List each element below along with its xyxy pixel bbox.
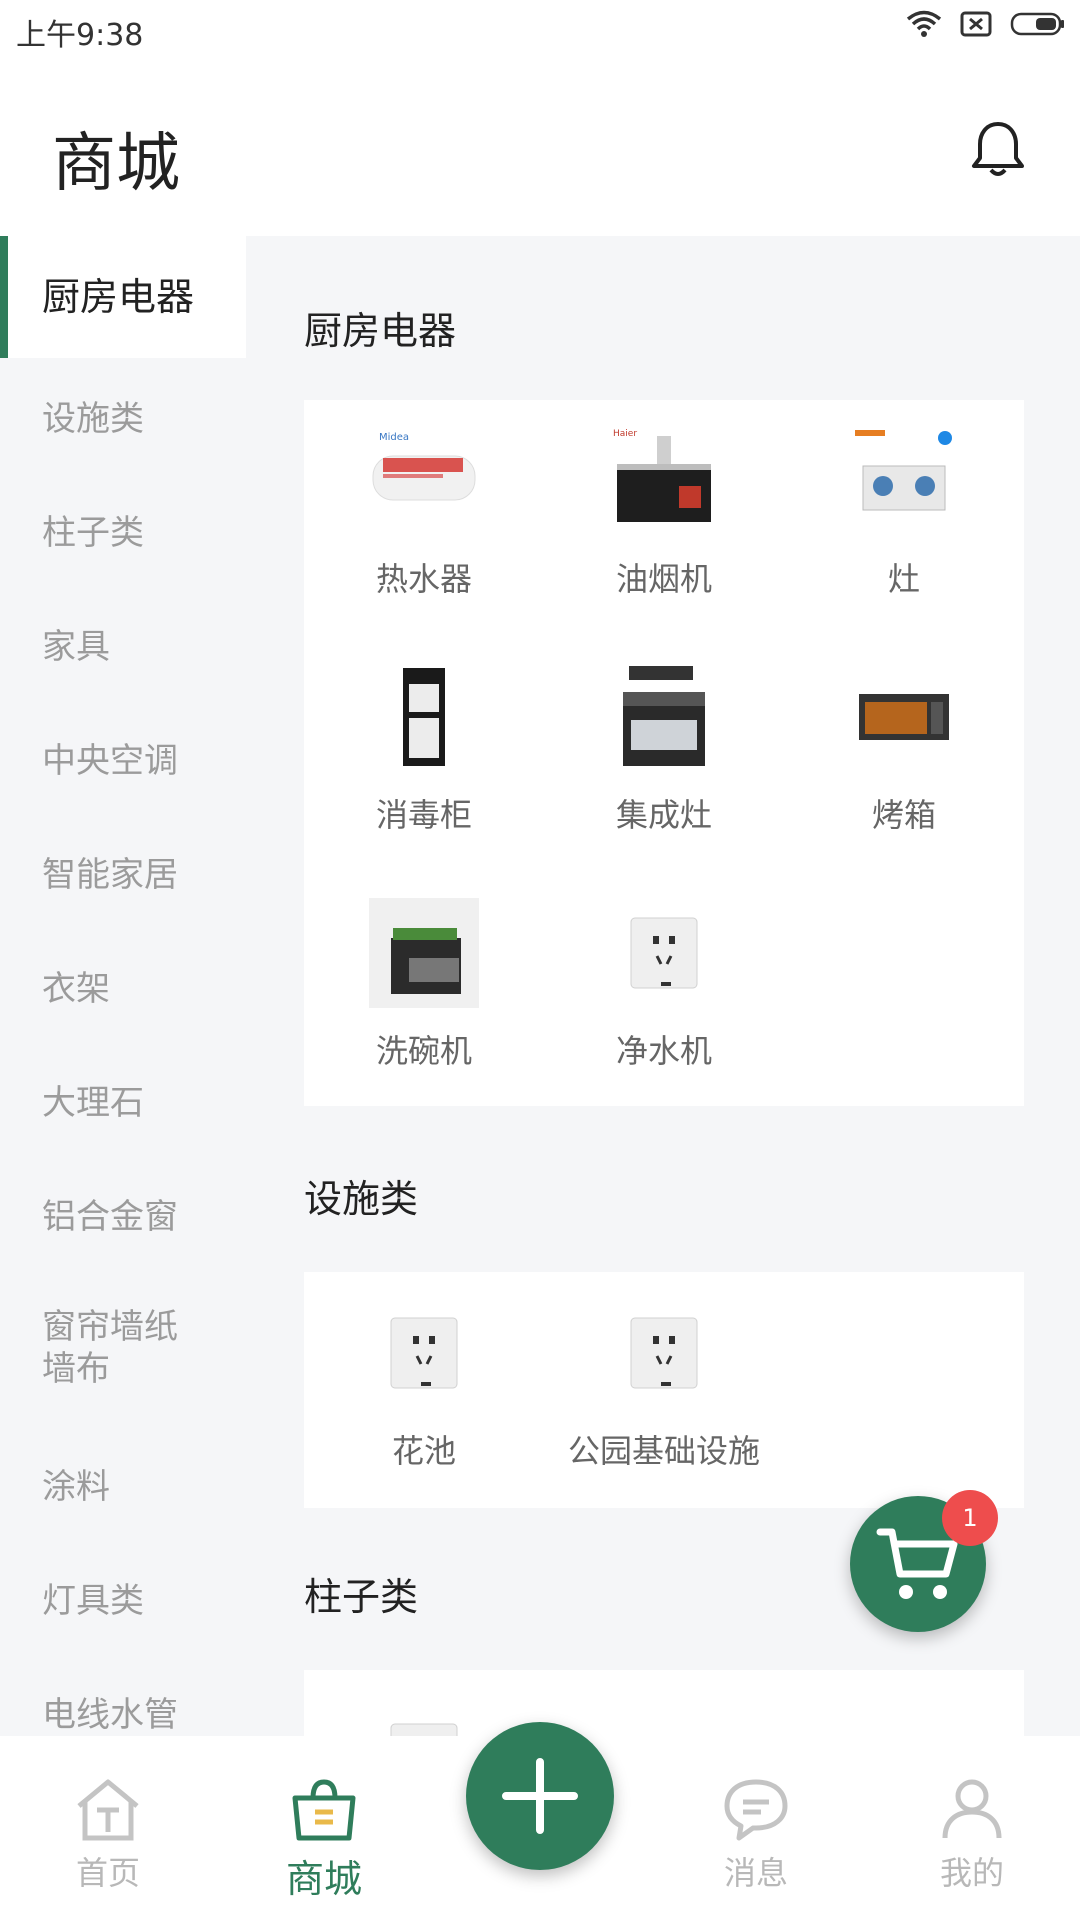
product-label: 净水机 [615,1032,712,1070]
sidebar-item-furniture[interactable]: 家具 [0,626,246,668]
product-label: 花池 [391,1432,456,1470]
sidebar-item-pillars[interactable]: 柱子类 [0,512,246,554]
section-title: 柱子类 [304,1575,419,1619]
bell-icon[interactable] [966,116,1030,180]
product-disinfection-cabinet[interactable]: 消毒柜 [304,662,544,836]
nav-mall[interactable]: 商城 [244,1776,404,1903]
product-label: 烤箱 [871,796,936,834]
nav-label: 首页 [75,1854,140,1892]
product-label: 热水器 [375,560,472,598]
sidebar-item-lighting[interactable]: 灯具类 [0,1580,246,1622]
section-title: 设施类 [304,1177,419,1221]
dishwasher-icon [369,898,479,1008]
cart-badge: 1 [942,1490,998,1546]
stove-icon [855,430,952,511]
section-title: 厨房电器 [304,309,457,353]
home-icon [77,1779,139,1841]
integrated-stove-icon [623,666,705,766]
battery-icon [1010,12,1064,36]
status-bar: 上午9:38 [0,0,1080,56]
svg-text:Haier: Haier [613,429,637,439]
product-label: 公园基础设施 [567,1432,760,1470]
product-label: 油烟机 [615,560,712,598]
outlet-icon [390,1723,458,1736]
sidebar-item-central-ac[interactable]: 中央空调 [0,740,246,782]
nav-profile[interactable]: 我的 [892,1776,1052,1894]
product-park-infrastructure[interactable]: 公园基础设施 [544,1298,784,1472]
sidebar-item-curtains-wallpaper[interactable]: 窗帘墙纸墙布 [0,1306,200,1390]
cart-icon [876,1528,958,1599]
section-card-pillars [304,1670,1024,1736]
section-card-kitchen: Midea 热水器 Haier 油烟机 灶 消毒柜 集成灶 烤箱 洗碗机 净水机 [304,400,1024,1106]
plus-icon [502,1758,578,1834]
outlet-icon [390,1317,458,1389]
product-stove[interactable]: 灶 [784,426,1024,600]
product-range-hood[interactable]: Haier 油烟机 [544,426,784,600]
profile-icon [942,1779,1002,1839]
product-label: 灶 [887,560,920,598]
sidebar-item-facilities[interactable]: 设施类 [0,398,246,440]
add-button[interactable] [466,1722,614,1870]
disinfection-cabinet-icon [403,668,445,766]
wifi-icon [906,10,942,37]
nav-home[interactable]: 首页 [28,1776,188,1894]
water-heater-icon: Midea [372,432,476,501]
oven-icon [859,694,949,740]
product-flower-bed[interactable]: 花池 [304,1298,544,1472]
product-label: 集成灶 [615,796,712,834]
nav-label: 消息 [723,1854,788,1892]
app-header: 商城 [0,56,1080,236]
product-label: 洗碗机 [375,1032,472,1070]
status-icons [906,10,1066,38]
product-dishwasher[interactable]: 洗碗机 [304,898,544,1072]
svg-text:Midea: Midea [379,432,409,443]
sidebar-item-smart-home[interactable]: 智能家居 [0,854,246,896]
category-sidebar: 厨房电器 设施类 柱子类 家具 中央空调 智能家居 衣架 大理石 铝合金窗 窗帘… [0,236,246,1736]
nav-label: 商城 [285,1857,362,1901]
section-card-facilities: 花池 公园基础设施 [304,1272,1024,1508]
sidebar-item-marble[interactable]: 大理石 [0,1082,246,1124]
sidebar-item-kitchen-appliances[interactable]: 厨房电器 [0,236,246,358]
sidebar-item-paint[interactable]: 涂料 [0,1466,246,1508]
page-title: 商城 [52,127,180,201]
status-time: 上午9:38 [16,18,144,53]
product-label: 消毒柜 [375,796,472,834]
outlet-icon [630,1317,698,1389]
product-water-purifier[interactable]: 净水机 [544,898,784,1072]
nav-messages[interactable]: 消息 [676,1776,836,1894]
product-oven[interactable]: 烤箱 [784,662,1024,836]
sidebar-item-aluminum-window[interactable]: 铝合金窗 [0,1196,246,1238]
product-integrated-stove[interactable]: 集成灶 [544,662,784,836]
sidebar-item-clothes-rack[interactable]: 衣架 [0,968,246,1010]
product-water-heater[interactable]: Midea 热水器 [304,426,544,600]
sidebar-item-wires-pipes[interactable]: 电线水管 [0,1694,246,1736]
shopping-bag-icon [292,1779,356,1841]
no-sim-icon [960,11,992,37]
nav-label: 我的 [939,1854,1004,1892]
message-icon [724,1779,788,1841]
range-hood-icon: Haier [613,429,711,522]
outlet-icon [630,917,698,989]
